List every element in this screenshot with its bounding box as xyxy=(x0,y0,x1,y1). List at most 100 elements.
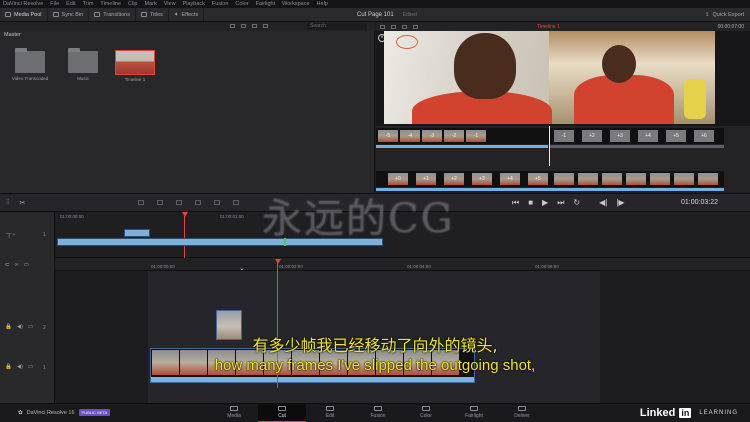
bin-item-label: Video Transcoded xyxy=(11,76,49,81)
smart-insert-icon[interactable] xyxy=(138,200,144,205)
top-toolbar: Media Pool Sync Bin Transitions Titles ✦… xyxy=(0,8,750,22)
source-tape-icon[interactable] xyxy=(391,24,396,29)
prev-edit-icon[interactable]: ◀| xyxy=(599,198,607,208)
view-options-icon[interactable]: ▭ xyxy=(24,262,29,268)
skip-forward-icon[interactable]: ⏭ xyxy=(557,198,564,208)
page-tabs: Media Cut Edit Fusion Color Fairlight De… xyxy=(210,404,546,422)
media-pool-button[interactable]: Media Pool xyxy=(0,8,48,21)
menu-app[interactable]: DaVinci Resolve xyxy=(3,1,43,7)
tab-label: Edit xyxy=(325,413,335,419)
audio-meter-icon[interactable]: ⫶⫶ xyxy=(6,199,10,207)
transport-timecode: 01:00:03:22 xyxy=(681,199,718,206)
person-head-2 xyxy=(602,45,636,83)
stop-icon[interactable]: ■ xyxy=(528,198,533,208)
timeline-ruler[interactable]: 01:00:00:00 01:00:02:00 01:00:04:00 01:0… xyxy=(55,258,750,271)
viewer[interactable]: × xyxy=(376,31,750,126)
filmstrip-lower: +0 +1 +2 +3 +4 +5 xyxy=(376,171,724,187)
frame-thumb: -4 xyxy=(400,130,420,142)
transitions-button[interactable]: Transitions xyxy=(89,8,136,21)
bin-item-timeline-1[interactable]: Timeline 1 xyxy=(109,50,161,82)
effects-icon: ✦ xyxy=(173,11,179,18)
speaker-icon[interactable]: ◀) xyxy=(17,324,23,330)
tab-cut[interactable]: Cut xyxy=(258,404,306,422)
effects-button[interactable]: ✦ Effects xyxy=(169,8,205,21)
product-brand: ✿ DaVinci Resolve 16 PUBLIC BETA xyxy=(18,409,111,416)
timeline-options: ⊂ ∞ ▭ xyxy=(5,262,29,268)
close-up-icon[interactable] xyxy=(195,200,201,205)
tab-edit[interactable]: Edit xyxy=(306,404,354,422)
tab-media[interactable]: Media xyxy=(210,404,258,422)
folder-icon xyxy=(15,48,45,73)
subtitle-english: how many frames I've slipped the outgoin… xyxy=(214,357,536,374)
menu-mark[interactable]: Mark xyxy=(145,1,157,7)
media-pool-icon xyxy=(5,12,11,17)
linkedin-learning-logo: Linked in LEARNING xyxy=(640,407,738,419)
timeline-thumbnail xyxy=(115,50,155,75)
tab-deliver[interactable]: Deliver xyxy=(498,404,546,422)
timeline-view-icon[interactable] xyxy=(402,24,407,29)
play-icon[interactable]: ▶ xyxy=(542,198,548,208)
beta-badge: PUBLIC BETA xyxy=(78,409,111,416)
bin-name: Master xyxy=(4,32,21,38)
tab-fairlight[interactable]: Fairlight xyxy=(450,404,498,422)
titles-button[interactable]: Titles xyxy=(136,8,169,21)
menu-timeline[interactable]: Timeline xyxy=(100,1,121,7)
list-view-icon[interactable] xyxy=(230,24,235,28)
safe-area-icon[interactable] xyxy=(413,24,418,29)
sync-bin-button[interactable]: Sync Bin xyxy=(48,8,90,21)
tab-color[interactable]: Color xyxy=(402,404,450,422)
metadata-icon[interactable] xyxy=(263,24,268,28)
ruler-label: 01:00:06:00 xyxy=(535,264,559,269)
trim-filmstrip[interactable]: -5 -4 -3 -2 -1 -1 +2 +3 +4 +5 +6 +0 +1 +… xyxy=(376,126,750,192)
upper-clip-v2[interactable] xyxy=(124,229,150,237)
ripple-overwrite-icon[interactable] xyxy=(176,200,182,205)
skip-back-icon[interactable]: ⏮ xyxy=(512,198,519,208)
sync-bin-label: Sync Bin xyxy=(61,11,84,18)
fusion-page-icon xyxy=(374,406,382,411)
bin-item-music[interactable]: Music xyxy=(57,48,109,81)
lower-timeline[interactable]: ⊂ ∞ ▭ 🔒 ◀) ▭ 2 🔒 ◀) ▭ 1 01:00:00:00 01:0… xyxy=(0,258,750,403)
menu-color[interactable]: Color xyxy=(235,1,248,7)
grid-view-icon[interactable] xyxy=(241,24,246,28)
search-input[interactable]: Search xyxy=(307,23,367,30)
monitor-icon[interactable]: ▭ xyxy=(28,324,33,330)
menu-file[interactable]: File xyxy=(50,1,59,7)
frame-thumb: -2 xyxy=(444,130,464,142)
menu-fusion[interactable]: Fusion xyxy=(212,1,229,7)
link-icon[interactable]: ∞ xyxy=(15,262,19,268)
upper-playhead-handle[interactable] xyxy=(182,212,188,217)
menu-view[interactable]: View xyxy=(164,1,176,7)
quick-export-button[interactable]: ⇪ Quick Export xyxy=(705,8,744,22)
lock-icon[interactable]: 🔒 xyxy=(5,324,12,330)
menu-fairlight[interactable]: Fairlight xyxy=(256,1,276,7)
menu-workspace[interactable]: Workspace xyxy=(282,1,309,7)
player-yellow xyxy=(684,79,706,119)
effects-label: Effects xyxy=(181,11,199,18)
place-on-top-icon[interactable] xyxy=(214,200,220,205)
chevron-down-icon[interactable]: ⌄ xyxy=(239,264,245,272)
filmstrip-upper: -5 -4 -3 -2 -1 -1 +2 +3 +4 +5 +6 xyxy=(376,128,724,144)
menu-playback[interactable]: Playback xyxy=(183,1,205,7)
edit-tools xyxy=(138,200,239,205)
menu-clip[interactable]: Clip xyxy=(128,1,137,7)
sort-icon[interactable] xyxy=(252,24,257,28)
view-mode-icons xyxy=(230,24,268,28)
source-clip-icon[interactable] xyxy=(380,24,385,29)
append-icon[interactable] xyxy=(157,200,163,205)
menu-edit[interactable]: Edit xyxy=(66,1,75,7)
magnet-icon[interactable]: ⊂ xyxy=(5,262,10,268)
loop-icon[interactable]: ↻ xyxy=(573,198,580,208)
scissors-icon[interactable]: ✂ xyxy=(20,199,26,207)
menu-trim[interactable]: Trim xyxy=(83,1,94,7)
next-edit-icon[interactable]: |▶ xyxy=(616,198,624,208)
logo-in: in xyxy=(679,408,692,418)
source-overwrite-icon[interactable] xyxy=(233,200,239,205)
cut-page-icon xyxy=(278,406,286,411)
menu-help[interactable]: Help xyxy=(317,1,328,7)
bin-item-video-transcoded[interactable]: Video Transcoded xyxy=(4,48,56,81)
track-headers: ⊂ ∞ ▭ 🔒 ◀) ▭ 2 🔒 ◀) ▭ 1 xyxy=(0,258,55,403)
track-tools-icon[interactable]: ⊤⁺ xyxy=(6,232,16,240)
tab-fusion[interactable]: Fusion xyxy=(354,404,402,422)
viewer-timecode: 00:00:07:00 xyxy=(717,23,744,30)
product-name: DaVinci Resolve 16 xyxy=(26,409,75,416)
